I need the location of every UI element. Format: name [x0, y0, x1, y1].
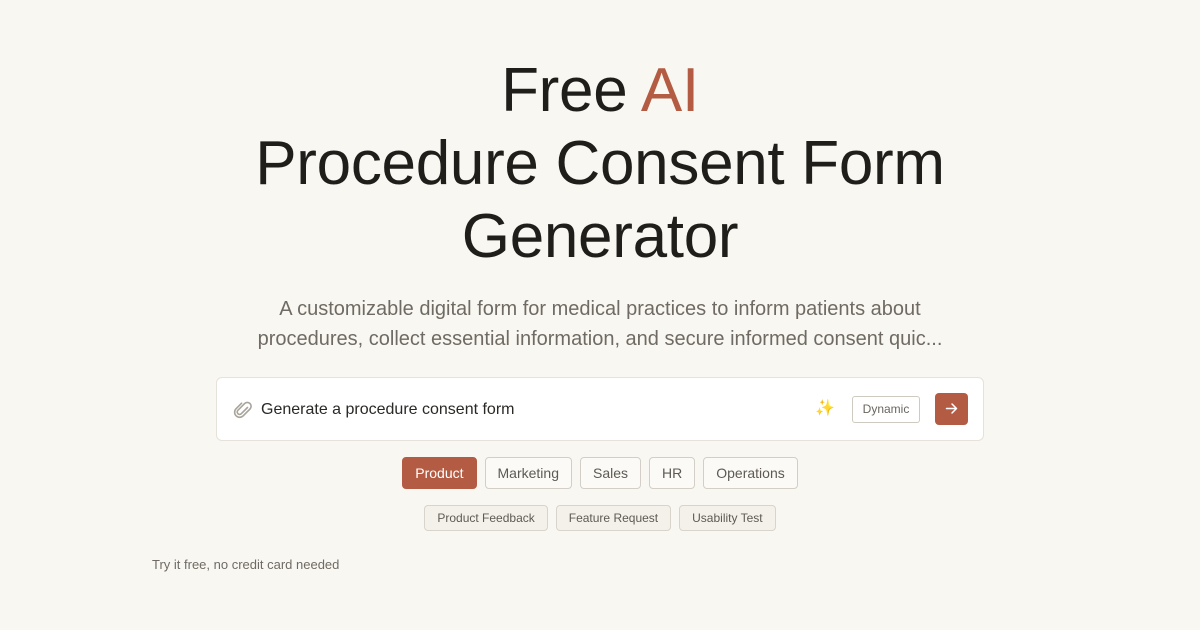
page-subtitle: A customizable digital form for medical …: [257, 298, 943, 350]
mode-dynamic-toggle[interactable]: Dynamic: [852, 396, 920, 423]
title-generator: Generator: [461, 202, 739, 271]
template-usability-test[interactable]: Usability Test: [679, 505, 776, 531]
send-button[interactable]: [935, 393, 968, 425]
prompt-input-box[interactable]: Generate a procedure consent form ✨ Dyna…: [216, 377, 984, 441]
category-tab-product[interactable]: Product: [402, 457, 477, 489]
category-tab-marketing[interactable]: Marketing: [484, 457, 572, 489]
template-suggestions: Product Feedback Feature Request Usabili…: [0, 505, 1200, 531]
arrow-right-icon: [945, 403, 958, 414]
title-main: Procedure Consent Form: [255, 129, 945, 198]
title-ai-accent: AI: [640, 56, 699, 125]
page-title: Free AI Procedure Consent Form Generator: [0, 54, 1200, 273]
category-tab-hr[interactable]: HR: [649, 457, 696, 489]
title-free: Free: [501, 56, 628, 125]
template-feature-request[interactable]: Feature Request: [555, 505, 672, 531]
category-tabs: Product Marketing Sales HR Operations: [0, 457, 1200, 489]
free-trial-note: Try it free, no credit card needed: [152, 557, 340, 572]
sparkle-icon[interactable]: ✨: [815, 398, 835, 420]
prompt-input[interactable]: Generate a procedure consent form: [261, 399, 514, 421]
page: Free AI Procedure Consent Form Generator…: [0, 0, 1200, 630]
template-product-feedback[interactable]: Product Feedback: [424, 505, 548, 531]
category-tab-sales[interactable]: Sales: [579, 457, 642, 489]
paperclip-icon[interactable]: [233, 399, 253, 421]
category-tab-operations[interactable]: Operations: [703, 457, 798, 489]
